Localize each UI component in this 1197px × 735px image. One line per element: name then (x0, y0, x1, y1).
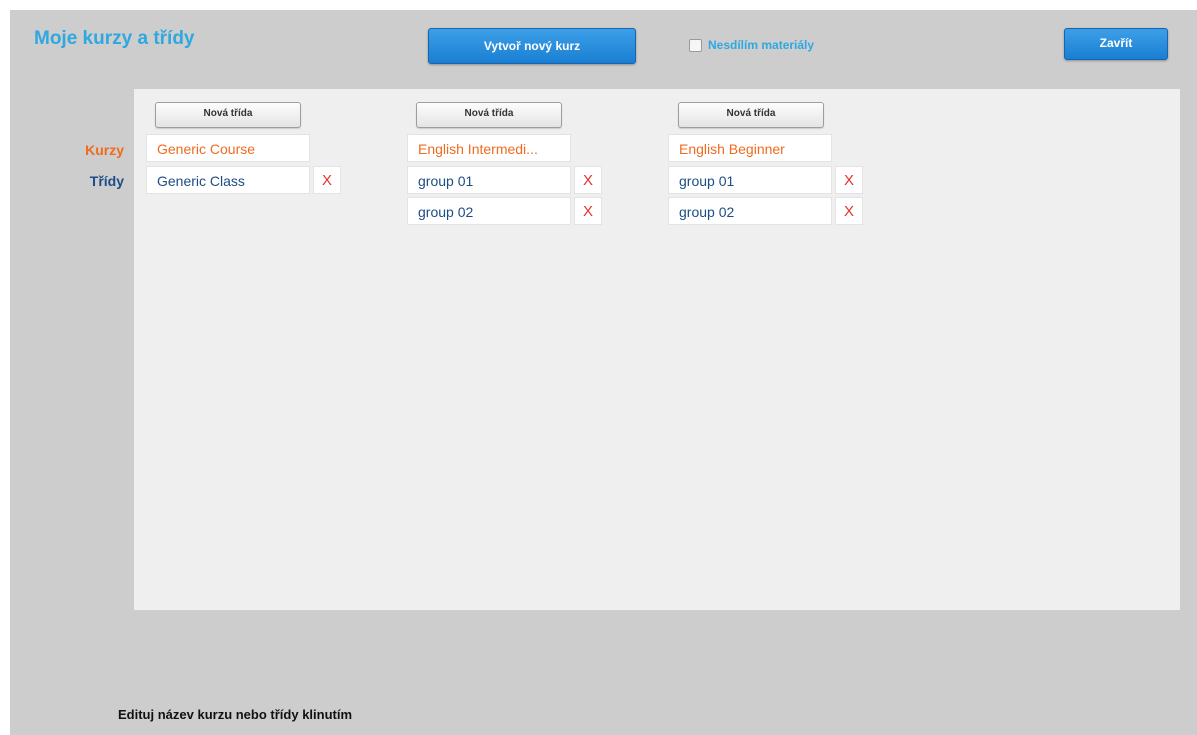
checkbox-unchecked-icon[interactable] (689, 38, 702, 52)
class-name-cell[interactable]: group 02 (668, 197, 832, 225)
class-name-cell[interactable]: Generic Class (146, 166, 310, 194)
create-course-button[interactable]: Vytvoř nový kurz (428, 28, 636, 64)
delete-class-x-icon[interactable]: X (574, 166, 602, 194)
classes-row-label: Třídy (89, 173, 124, 189)
new-class-button[interactable]: Nová třída (678, 102, 824, 128)
class-name-cell[interactable]: group 01 (407, 166, 571, 194)
class-name-cell[interactable]: group 01 (668, 166, 832, 194)
new-class-button[interactable]: Nová třída (155, 102, 301, 128)
page-title: Moje kurzy a třídy (34, 28, 195, 49)
no-share-toggle[interactable]: Nesdílím materiály (689, 38, 814, 52)
course-name-cell[interactable]: English Intermedi... (407, 134, 571, 162)
course-name-cell[interactable]: Generic Course (146, 134, 310, 162)
course-name-cell[interactable]: English Beginner (668, 134, 832, 162)
delete-class-x-icon[interactable]: X (313, 166, 341, 194)
new-class-button[interactable]: Nová třída (416, 102, 562, 128)
courses-window: Moje kurzy a třídy Vytvoř nový kurz Nesd… (10, 10, 1197, 735)
no-share-label[interactable]: Nesdílím materiály (708, 38, 814, 52)
delete-class-x-icon[interactable]: X (574, 197, 602, 225)
class-name-cell[interactable]: group 02 (407, 197, 571, 225)
courses-row-label: Kurzy (85, 142, 124, 158)
delete-class-x-icon[interactable]: X (835, 166, 863, 194)
footer-hint: Edituj název kurzu nebo třídy klinutím (118, 707, 353, 722)
close-button[interactable]: Zavřít (1064, 28, 1168, 60)
delete-class-x-icon[interactable]: X (835, 197, 863, 225)
